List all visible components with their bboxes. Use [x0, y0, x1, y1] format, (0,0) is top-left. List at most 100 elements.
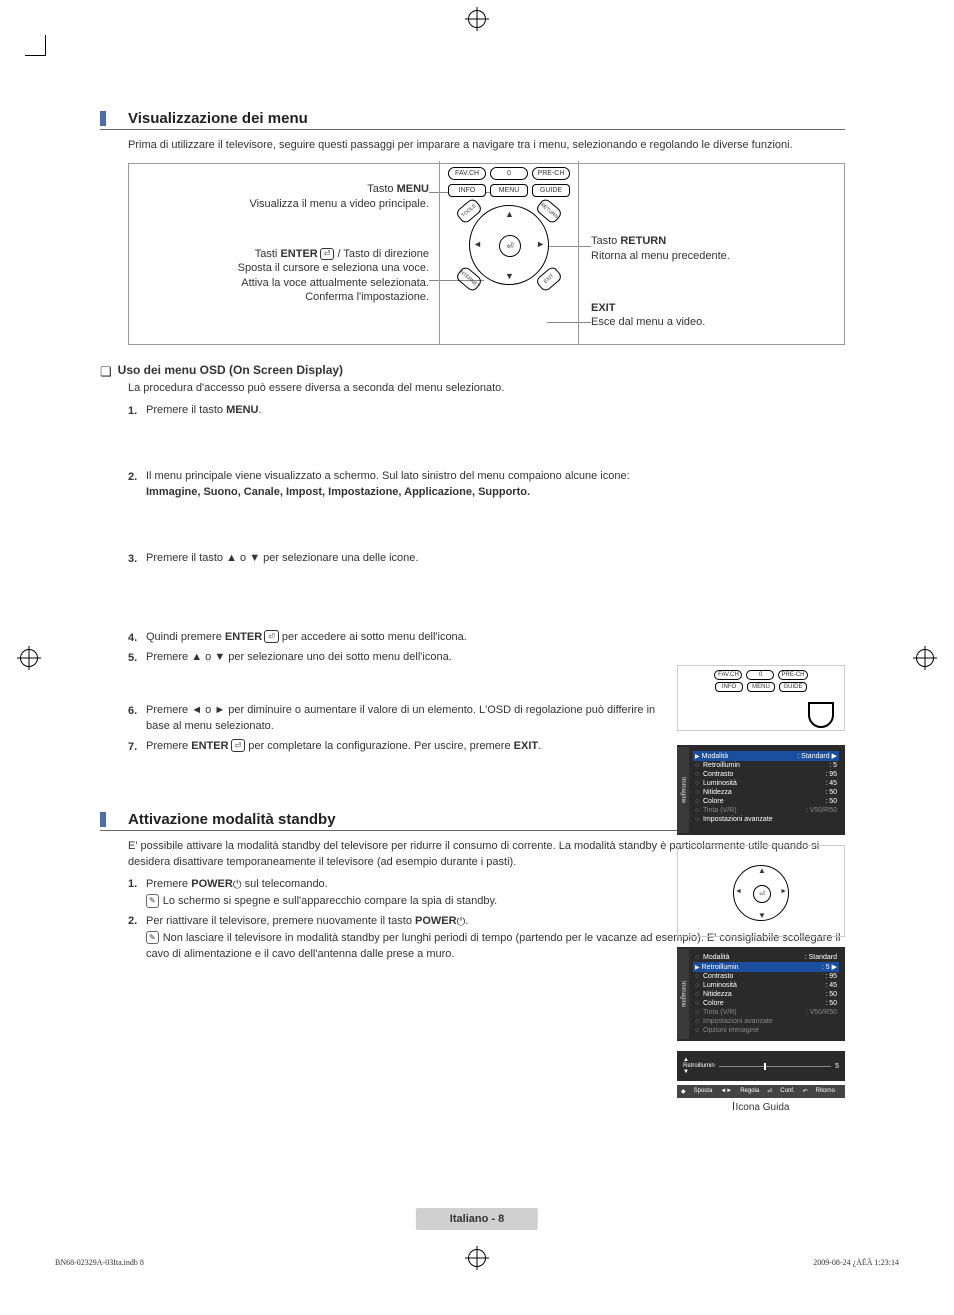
mini-info: INFO — [715, 682, 743, 692]
help-conf-icon: ⏎ — [767, 1088, 772, 1095]
enter-icon: ⏎ — [264, 630, 279, 644]
power-icon: ⏻ — [457, 916, 466, 928]
mini-dpad-updown: ⏎ ▲ ▼ ◄ ► — [677, 845, 845, 937]
osd-row: ○Tinta (V/R): V50/R50 — [693, 806, 839, 815]
s1-bold: POWER — [191, 878, 233, 890]
remote-diagram-box: Tasto MENU Visualizza il menu a video pr… — [128, 163, 845, 345]
help-adjust-icon: ◄► — [720, 1088, 732, 1095]
s2-post: . — [465, 915, 468, 927]
s1-pre: Premere — [146, 878, 191, 890]
footer-timestamp: 2009-08-24 ¿ÀÈÄ 1:23:14 — [813, 1258, 899, 1267]
step1-post: . — [258, 404, 261, 416]
dpad-down-icon: ▼ — [505, 271, 514, 281]
osd-intro-line: La procedura d'accesso può essere divers… — [128, 380, 845, 397]
step-number: 4. — [128, 630, 146, 647]
step2-bold: Immagine, Suono, Canale, Impost, Imposta… — [146, 486, 530, 498]
s2-bold: POWER — [415, 915, 457, 927]
slider-value: 5 — [835, 1063, 839, 1070]
arrow-down-icon: ▼ — [683, 1069, 715, 1075]
osd-panel-image-2: Immagine ○Modalità: Standard▶Retroillumi… — [677, 947, 845, 1041]
crop-mark — [25, 35, 46, 56]
help-return-icon: ↶ — [803, 1088, 808, 1095]
step-number: 7. — [128, 739, 146, 756]
step-5: Premere ▲ o ▼ per selezionare uno dei so… — [146, 650, 845, 666]
step-4: Quindi premere ENTER⏎ per accedere ai so… — [146, 630, 845, 646]
footer-filename: BN68-02329A-03Ita.indb 8 — [55, 1258, 144, 1267]
osd-row: ▶Modalità: Standard▶ — [693, 751, 839, 761]
step7-mid: per completare la configurazione. Per us… — [245, 740, 513, 752]
step-number: 5. — [128, 650, 146, 667]
step-number: 3. — [128, 551, 146, 568]
registration-mark-left — [20, 649, 38, 667]
label-return-desc: Ritorna al menu precedente. — [591, 250, 730, 262]
remote-menu-button: MENU — [490, 184, 528, 197]
label-exit-desc: Esce dal menu a video. — [591, 316, 705, 328]
label-exit-bold: EXIT — [591, 302, 615, 314]
remote-zero-button: 0 — [490, 167, 528, 180]
step2-pre: Il menu principale viene visualizzato a … — [146, 470, 630, 482]
osd-row: ▶Retroillumin: 5▶ — [693, 962, 839, 972]
osd-subsection-title: Uso dei menu OSD (On Screen Display) — [118, 363, 343, 377]
help-label-text: Icona Guida — [736, 1102, 790, 1113]
osd-row: ○Contrasto: 95 — [693, 770, 839, 779]
label-menu-button-desc: Visualizza il menu a video principale. — [249, 198, 429, 210]
help-move-icon: ◆ — [681, 1088, 686, 1095]
highlight-circle-icon — [808, 702, 834, 728]
power-icon: ⏻ — [233, 879, 242, 891]
enter-icon: ⏎ — [320, 248, 335, 260]
step-3: Premere il tasto ▲ o ▼ per selezionare u… — [146, 551, 845, 567]
registration-mark-bottom — [468, 1249, 486, 1267]
osd-row: ○Contrasto: 95 — [693, 972, 839, 981]
section-title-menu-display: Visualizzazione dei menu — [128, 110, 308, 127]
mini-zero: 0 — [746, 670, 774, 680]
section-accent-bar — [100, 111, 106, 126]
remote-dpad: TOOLS RETURN INTERNET EXIT ⏎ ▲ ▼ ◄ ► — [469, 205, 549, 285]
dpad-up-icon: ▲ — [505, 209, 514, 219]
mini-remote-menu-highlight: FAV.CH 0 PRE-CH INFO MENU GUIDE — [677, 665, 845, 731]
osd-row: ○Luminosità: 45 — [693, 779, 839, 788]
step1-bold: MENU — [226, 404, 258, 416]
section1-intro: Prima di utilizzare il televisore, segui… — [128, 138, 845, 153]
page-number-badge: Italiano - 8 — [416, 1208, 538, 1230]
mini-guide: GUIDE — [779, 682, 807, 692]
step7-bold2: EXIT — [514, 740, 538, 752]
label-return-bold: RETURN — [620, 235, 666, 247]
label-enter-desc3: Conferma l'impostazione. — [305, 291, 429, 303]
enter-icon: ⏎ — [231, 739, 246, 753]
remote-guide-button: GUIDE — [532, 184, 570, 197]
dpad-up-icon: ▲ — [758, 866, 766, 875]
remote-prech-button: PRE-CH — [532, 167, 570, 180]
remote-info-button: INFO — [448, 184, 486, 197]
osd-side-tab: Immagine — [677, 747, 689, 833]
osd-row: ○Retroillumin: 5 — [693, 761, 839, 770]
mini-menu: MENU — [747, 682, 775, 692]
registration-mark-right — [916, 649, 934, 667]
osd-row: ○Luminosità: 45 — [693, 981, 839, 990]
mini-prech: PRE-CH — [778, 670, 807, 680]
osd-row: ○Modalità: Standard — [693, 953, 839, 962]
step4-bold: ENTER — [225, 631, 262, 643]
section-title-standby: Attivazione modalità standby — [128, 811, 336, 828]
slider-track — [719, 1066, 831, 1067]
osd-row: ○Impostazioni avanzate — [693, 1017, 839, 1026]
label-enter-tail: / Tasto di direzione — [334, 248, 429, 260]
osd-slider-panel: ▲ Retroillumin ▼ 5 — [677, 1051, 845, 1081]
help-move: Sposta — [694, 1088, 713, 1095]
registration-mark-top — [468, 10, 486, 28]
subsection-bullet-icon: ❏ — [100, 364, 112, 380]
osd-row: ○Tinta (V/R): V50/R50 — [693, 1008, 839, 1017]
step-number: 1. — [128, 877, 146, 893]
step1-pre: Premere il tasto — [146, 404, 226, 416]
s1-post: sul telecomando. — [242, 878, 328, 890]
osd-row: ○Impostazioni avanzate — [693, 815, 839, 824]
mini-fav: FAV.CH — [714, 670, 742, 680]
dpad-right-icon: ► — [780, 888, 787, 895]
step-number: 2. — [128, 469, 146, 486]
step-number: 1. — [128, 403, 146, 420]
step-number: 2. — [128, 914, 146, 930]
step4-pre: Quindi premere — [146, 631, 225, 643]
section-accent-bar — [100, 812, 106, 827]
label-menu-button-bold: MENU — [397, 183, 429, 195]
help-adjust: Regola — [740, 1088, 759, 1095]
osd-row: ○Opzioni immagine — [693, 1026, 839, 1035]
